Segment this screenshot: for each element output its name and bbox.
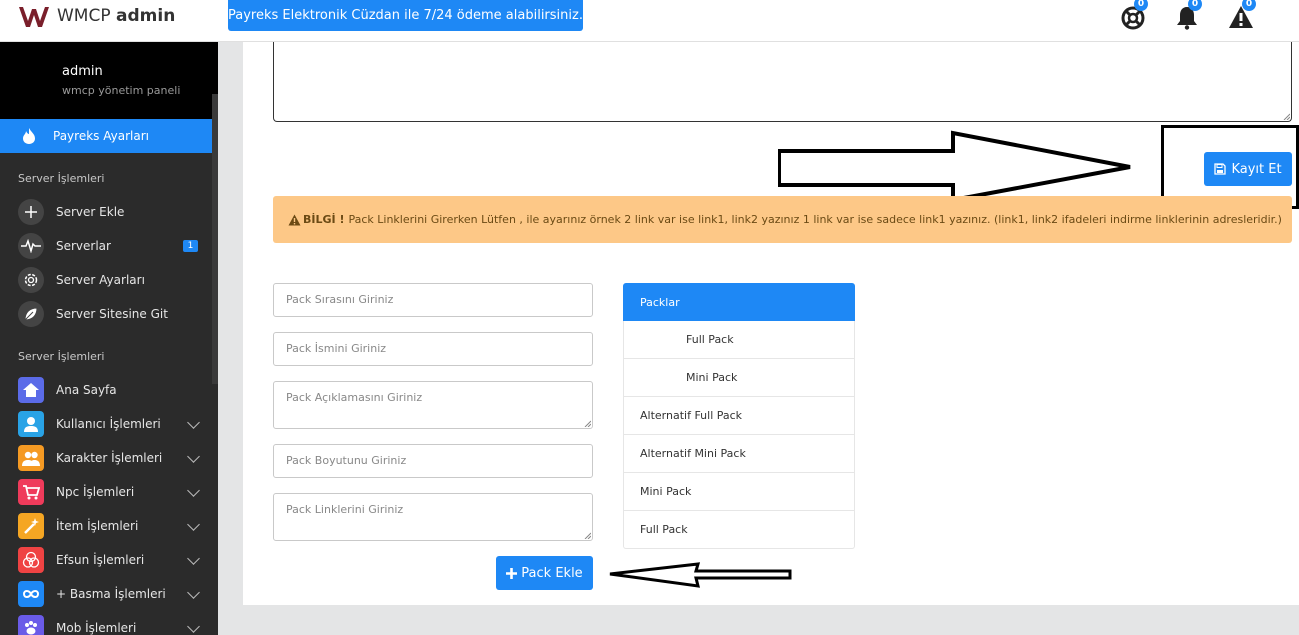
- chevron-down-icon: [187, 484, 200, 497]
- resize-grip-icon[interactable]: [583, 419, 591, 427]
- resize-grip-icon[interactable]: [1282, 112, 1290, 120]
- sidebar-item-label: Efsun İşlemleri: [56, 553, 145, 567]
- annotation-arrow-left-icon: [609, 562, 792, 588]
- sidebar-section-title: Server İşlemleri: [18, 350, 105, 363]
- pack-description-textarea[interactable]: Pack Açıklamasını Giriniz: [273, 381, 593, 429]
- alert-text: Pack Linklerini Girerken Lütfen , ile ay…: [348, 213, 1282, 226]
- sidebar-item-efsun-islemleri[interactable]: Efsun İşlemleri: [0, 543, 218, 577]
- circles-icon: [18, 547, 44, 573]
- count-badge: 1: [183, 240, 198, 252]
- sidebar-item-basma-islemleri[interactable]: + Basma İşlemleri: [0, 577, 218, 611]
- wand-icon: [18, 513, 44, 539]
- sidebar-item-server-ekle[interactable]: Server Ekle: [0, 195, 218, 229]
- sidebar-item-label: Server Sitesine Git: [56, 307, 168, 321]
- resize-grip-icon[interactable]: [583, 531, 591, 539]
- list-item[interactable]: Mini Pack: [623, 359, 855, 397]
- placeholder-text: Pack Açıklamasını Giriniz: [286, 391, 423, 404]
- sidebar-item-serverlar[interactable]: Serverlar 1: [0, 229, 218, 263]
- paw-icon: [18, 615, 44, 635]
- sidebar-item-npc-islemleri[interactable]: Npc İşlemleri: [0, 475, 218, 509]
- wmcp-logo-icon[interactable]: [18, 4, 50, 30]
- chevron-down-icon: [187, 450, 200, 463]
- bell-icon[interactable]: 0: [1174, 0, 1202, 30]
- sidebar-item-mob-islemleri[interactable]: Mob İşlemleri: [0, 611, 218, 635]
- plus-icon: [506, 567, 518, 579]
- pack-size-input[interactable]: Pack Boyutunu Giriniz: [273, 444, 593, 478]
- sidebar-item-label: Mob İşlemleri: [56, 621, 137, 635]
- sidebar-item-label: İtem İşlemleri: [56, 519, 139, 533]
- infinity-icon: [18, 581, 44, 607]
- cart-icon: [18, 479, 44, 505]
- list-item[interactable]: Alternatif Mini Pack: [623, 435, 855, 473]
- brand-bold-text: admin: [116, 6, 176, 26]
- user-profile: admin wmcp yönetim paneli: [0, 42, 218, 119]
- username: admin: [62, 64, 103, 79]
- pack-name-input[interactable]: Pack İsmini Giriniz: [273, 332, 593, 366]
- pulse-icon: [18, 233, 44, 259]
- sidebar-item-ana-sayfa[interactable]: Ana Sayfa: [0, 373, 218, 407]
- warning-icon[interactable]: 0: [1228, 0, 1256, 30]
- chevron-down-icon: [187, 586, 200, 599]
- info-alert: BİLGİ ! Pack Linklerini Girerken Lütfen …: [273, 196, 1292, 243]
- sidebar-item-label: Kullanıcı İşlemleri: [56, 417, 161, 431]
- sidebar: admin wmcp yönetim paneli Payreks Ayarla…: [0, 42, 218, 635]
- add-pack-button[interactable]: Pack Ekle: [496, 556, 593, 590]
- list-item[interactable]: Full Pack: [623, 511, 855, 549]
- sidebar-item-kullanici-islemleri[interactable]: Kullanıcı İşlemleri: [0, 407, 218, 441]
- sidebar-item-label: Serverlar: [56, 239, 111, 253]
- pack-links-textarea[interactable]: Pack Linklerini Giriniz: [273, 493, 593, 541]
- sidebar-item-label: Karakter İşlemleri: [56, 451, 163, 465]
- sidebar-item-payreks[interactable]: Payreks Ayarları: [0, 119, 218, 153]
- brand-light-text: WMCP: [57, 6, 111, 26]
- plus-icon: [18, 199, 44, 225]
- sidebar-item-server-ayarlari[interactable]: Server Ayarları: [0, 263, 218, 297]
- chevron-down-icon: [187, 518, 200, 531]
- user-subtitle: wmcp yönetim paneli: [62, 84, 181, 97]
- gear-icon: [18, 267, 44, 293]
- sidebar-item-server-sitesine-git[interactable]: Server Sitesine Git: [0, 297, 218, 331]
- list-item[interactable]: Full Pack: [623, 321, 855, 359]
- sidebar-section-title: Server İşlemleri: [18, 172, 105, 185]
- sidebar-item-item-islemleri[interactable]: İtem İşlemleri: [0, 509, 218, 543]
- chevron-down-icon: [187, 552, 200, 565]
- users-icon: [18, 445, 44, 471]
- list-item[interactable]: Alternatif Full Pack: [623, 397, 855, 435]
- warning-icon: [288, 214, 301, 225]
- alert-title: BİLGİ !: [303, 213, 345, 226]
- sidebar-item-label: + Basma İşlemleri: [56, 587, 166, 601]
- pack-order-input[interactable]: Pack Sırasını Giriniz: [273, 283, 593, 317]
- lifebuoy-icon[interactable]: 0: [1120, 0, 1148, 30]
- pack-list-header: Packlar: [623, 283, 855, 321]
- sidebar-scrollbar[interactable]: [212, 94, 218, 384]
- sidebar-item-label: Server Ayarları: [56, 273, 145, 287]
- placeholder-text: Pack Linklerini Giriniz: [286, 503, 404, 516]
- annotation-arrow-right-icon: [778, 130, 1131, 202]
- add-pack-button-label: Pack Ekle: [521, 565, 583, 581]
- user-icon: [18, 411, 44, 437]
- top-bar: WMCP admin Payreks Elektronik Cüzdan ile…: [0, 0, 1299, 42]
- sidebar-item-label: Payreks Ayarları: [53, 129, 149, 143]
- home-icon: [18, 377, 44, 403]
- leaf-icon: [18, 301, 44, 327]
- flame-icon: [23, 128, 35, 144]
- chevron-down-icon: [187, 416, 200, 429]
- sidebar-item-label: Server Ekle: [56, 205, 125, 219]
- pack-list: Packlar Full Pack Mini Pack Alternatif F…: [623, 283, 855, 549]
- sidebar-item-label: Ana Sayfa: [56, 383, 117, 397]
- sidebar-item-karakter-islemleri[interactable]: Karakter İşlemleri: [0, 441, 218, 475]
- list-item[interactable]: Mini Pack: [623, 473, 855, 511]
- chevron-down-icon: [187, 620, 200, 633]
- main-panel: Kayıt Et BİLGİ ! Pack Linklerini Girerke…: [243, 42, 1299, 605]
- settings-textarea[interactable]: [273, 42, 1292, 122]
- brand-title[interactable]: WMCP admin: [57, 6, 175, 26]
- sidebar-item-label: Npc İşlemleri: [56, 485, 135, 499]
- announcement-banner[interactable]: Payreks Elektronik Cüzdan ile 7/24 ödeme…: [228, 0, 583, 31]
